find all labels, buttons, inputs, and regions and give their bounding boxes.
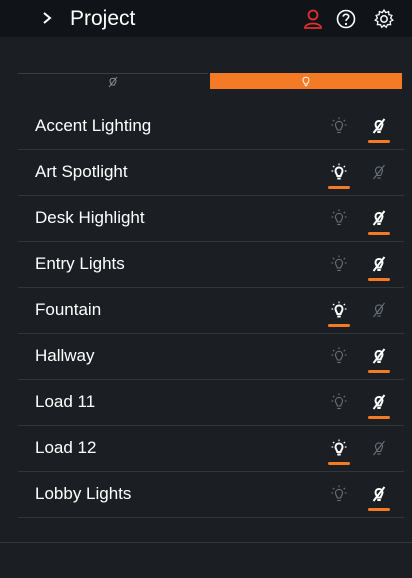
chevron-right-icon[interactable] bbox=[40, 9, 54, 27]
state-indicator bbox=[368, 232, 390, 235]
state-indicator bbox=[328, 462, 350, 465]
state-indicator bbox=[368, 278, 390, 281]
load-row: Hallway bbox=[18, 334, 404, 380]
load-row: Accent Lighting bbox=[18, 104, 404, 150]
light-off-icon[interactable] bbox=[370, 439, 388, 457]
active-tab-indicator bbox=[0, 37, 412, 75]
state-indicator bbox=[368, 416, 390, 419]
load-label: Load 11 bbox=[35, 392, 96, 411]
state-indicator bbox=[328, 324, 350, 327]
load-label: Accent Lighting bbox=[35, 116, 152, 135]
light-on-icon[interactable] bbox=[330, 209, 348, 227]
lightbulb-icon bbox=[302, 76, 310, 87]
light-on-icon[interactable] bbox=[330, 301, 348, 319]
load-label: Fountain bbox=[35, 300, 102, 319]
load-label: Lobby Lights bbox=[35, 484, 132, 503]
light-on-icon[interactable] bbox=[330, 255, 348, 273]
gear-icon[interactable] bbox=[373, 8, 395, 30]
state-indicator bbox=[368, 140, 390, 143]
load-list: Accent Lighting Art Spotlight Desk Highlig… bbox=[18, 104, 404, 532]
filter-toggle bbox=[0, 73, 412, 90]
load-label: Art Spotlight bbox=[35, 162, 128, 181]
load-label: Load 12 bbox=[35, 438, 97, 457]
load-row-partial bbox=[18, 518, 404, 532]
light-off-icon[interactable] bbox=[370, 117, 388, 135]
load-row: Desk Highlight bbox=[18, 196, 404, 242]
page-title: Project bbox=[70, 7, 136, 30]
load-row: Fountain bbox=[18, 288, 404, 334]
light-on-icon[interactable] bbox=[330, 347, 348, 365]
user-icon[interactable] bbox=[302, 8, 324, 30]
light-on-icon[interactable] bbox=[330, 117, 348, 135]
help-icon[interactable] bbox=[335, 8, 357, 30]
light-off-icon[interactable] bbox=[370, 485, 388, 503]
state-indicator bbox=[368, 370, 390, 373]
light-off-icon[interactable] bbox=[370, 393, 388, 411]
light-on-icon[interactable] bbox=[330, 485, 348, 503]
filter-all-off[interactable] bbox=[18, 73, 208, 90]
load-label: Entry Lights bbox=[35, 254, 125, 273]
bottom-bar bbox=[0, 542, 412, 578]
light-off-icon bbox=[108, 76, 118, 88]
light-on-icon[interactable] bbox=[330, 393, 348, 411]
state-indicator bbox=[328, 186, 350, 189]
load-label: Desk Highlight bbox=[35, 208, 145, 227]
light-on-icon[interactable] bbox=[330, 439, 348, 457]
light-off-icon[interactable] bbox=[370, 163, 388, 181]
light-off-icon[interactable] bbox=[370, 301, 388, 319]
load-row: Load 12 bbox=[18, 426, 404, 472]
top-bar: Project bbox=[0, 0, 412, 37]
load-row: Load 11 bbox=[18, 380, 404, 426]
light-off-icon[interactable] bbox=[370, 209, 388, 227]
load-row: Lobby Lights bbox=[18, 472, 404, 518]
load-row: Entry Lights bbox=[18, 242, 404, 288]
light-off-icon[interactable] bbox=[370, 347, 388, 365]
state-indicator bbox=[368, 508, 390, 511]
filter-all-on[interactable] bbox=[210, 73, 402, 89]
load-row: Art Spotlight bbox=[18, 150, 404, 196]
light-off-icon[interactable] bbox=[370, 255, 388, 273]
load-label: Hallway bbox=[35, 346, 95, 365]
light-on-icon[interactable] bbox=[330, 163, 348, 181]
